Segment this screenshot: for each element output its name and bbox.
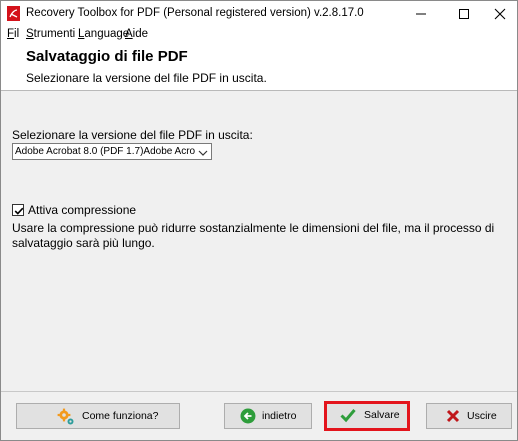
page-subtitle: Selezionare la versione del file PDF in … bbox=[26, 71, 267, 85]
version-selected-value: Adobe Acrobat 8.0 (PDF 1.7)Adobe Acrobat… bbox=[15, 146, 195, 157]
page-title: Salvataggio di file PDF bbox=[26, 48, 188, 65]
page-header: Salvataggio di file PDF Selezionare la v… bbox=[1, 45, 517, 90]
compression-description: Usare la compressione può ridurre sostan… bbox=[12, 221, 495, 250]
back-label: indietro bbox=[262, 410, 297, 422]
close-x-icon bbox=[445, 408, 461, 424]
button-bar: Come funziona? indietro Salvare Uscire bbox=[1, 392, 517, 440]
checkmark-icon bbox=[340, 407, 356, 423]
menu-tools[interactable]: Strumenti bbox=[26, 28, 75, 40]
close-button[interactable] bbox=[483, 1, 517, 27]
back-button[interactable]: indietro bbox=[224, 403, 312, 429]
compression-checkbox[interactable] bbox=[12, 204, 24, 216]
menu-help[interactable]: Aide bbox=[125, 28, 148, 40]
app-logo-icon bbox=[7, 6, 20, 21]
chevron-down-icon[interactable] bbox=[198, 147, 208, 156]
compression-label[interactable]: Attiva compressione bbox=[28, 203, 136, 217]
window-title: Recovery Toolbox for PDF (Personal regis… bbox=[26, 7, 364, 19]
version-dropdown[interactable]: Adobe Acrobat 8.0 (PDF 1.7)Adobe Acrobat… bbox=[12, 143, 212, 160]
main-content: Selezionare la versione del file PDF in … bbox=[1, 91, 517, 391]
minimize-button[interactable] bbox=[403, 1, 439, 27]
app-window: Recovery Toolbox for PDF (Personal regis… bbox=[0, 0, 518, 441]
exit-button[interactable]: Uscire bbox=[426, 403, 512, 429]
menu-file[interactable]: Fil bbox=[7, 28, 19, 40]
save-label: Salvare bbox=[364, 409, 400, 421]
how-it-works-button[interactable]: Come funziona? bbox=[16, 403, 180, 429]
how-it-works-label: Come funziona? bbox=[82, 410, 159, 422]
arrow-left-icon bbox=[240, 408, 256, 424]
menu-bar: Fil Strumenti Language Aide bbox=[1, 27, 517, 45]
version-label: Selezionare la versione del file PDF in … bbox=[12, 128, 253, 142]
maximize-button[interactable] bbox=[446, 1, 482, 27]
title-bar[interactable]: Recovery Toolbox for PDF (Personal regis… bbox=[1, 1, 517, 27]
gears-icon bbox=[57, 408, 74, 425]
menu-language[interactable]: Language bbox=[78, 28, 129, 40]
exit-label: Uscire bbox=[467, 410, 497, 422]
save-button[interactable]: Salvare bbox=[324, 401, 410, 431]
